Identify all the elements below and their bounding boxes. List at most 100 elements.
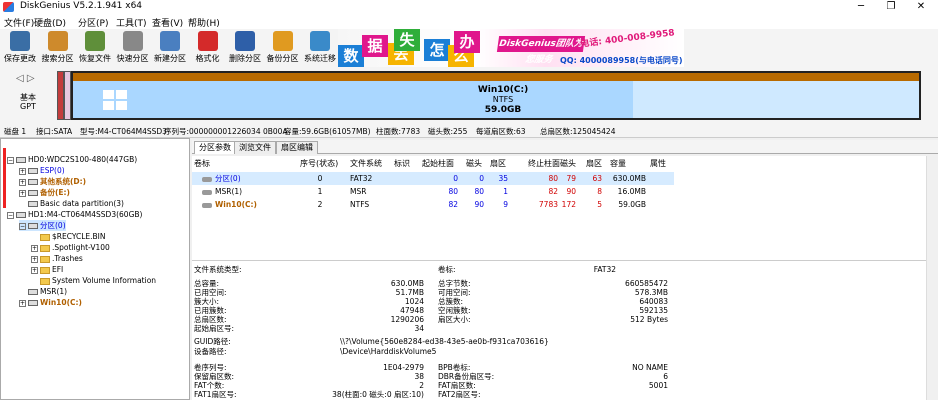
folder-icon bbox=[40, 244, 50, 252]
partition-row[interactable]: Win10(C:) 2 NTFS 82 90 9 7783 172 5 59.0GB bbox=[192, 198, 674, 211]
expand-toggle-icon[interactable]: + bbox=[31, 255, 38, 263]
detail-label: 已用空间: bbox=[194, 288, 227, 297]
partition-block-header bbox=[73, 73, 919, 81]
menu-bar: 文件(F) 硬盘(D) 分区(P) 工具(T) 查看(V) 帮助(H) bbox=[0, 14, 938, 29]
detail-value: 47948 bbox=[400, 306, 424, 315]
tree-node[interactable]: + 备份(E:) bbox=[19, 187, 70, 198]
column-header[interactable]: 扇区 bbox=[490, 158, 506, 169]
tree-node[interactable]: + EFI bbox=[31, 264, 63, 275]
toolbar-label: 快速分区 bbox=[116, 54, 149, 63]
partition-block-msr[interactable] bbox=[64, 71, 71, 120]
toolbar-button-8[interactable]: 系统迁移 bbox=[301, 31, 339, 65]
expand-toggle-icon[interactable]: − bbox=[7, 211, 14, 219]
expand-toggle-icon[interactable]: + bbox=[31, 244, 38, 252]
detail-value: 1E04-2979 bbox=[383, 363, 424, 372]
tree-node[interactable]: + ESP(0) bbox=[19, 165, 65, 176]
partition-row[interactable]: MSR(1) 1 MSR 80 80 1 82 90 8 16.0MB bbox=[192, 185, 674, 198]
promo-banner[interactable]: 数据丢失怎么办 DiskGenius团队为您服务 电话: 400-008-995… bbox=[338, 29, 684, 67]
column-header[interactable]: 扇区 bbox=[586, 158, 602, 169]
toolbar-label: 格式化 bbox=[195, 54, 220, 63]
menu-item-1[interactable]: 硬盘(D) bbox=[34, 16, 66, 29]
maximize-button[interactable]: ❐ bbox=[876, 0, 906, 14]
partition-name-text: Win10(C:) bbox=[215, 200, 257, 209]
expand-toggle-icon[interactable]: − bbox=[7, 156, 14, 164]
tab-2[interactable]: 扇区编辑 bbox=[276, 141, 318, 154]
toolbar-button-4[interactable]: 新建分区 bbox=[151, 31, 189, 65]
menu-item-0[interactable]: 文件(F) bbox=[4, 16, 34, 29]
partition-block-win10[interactable]: Win10(C:) NTFS 59.0GB bbox=[71, 71, 921, 120]
partition-cell: 7783 bbox=[538, 200, 558, 209]
column-header[interactable]: 序号(状态) bbox=[300, 158, 338, 169]
toolbar-button-2[interactable]: 恢复文件 bbox=[76, 31, 114, 65]
fs-type-value: FAT32 bbox=[593, 265, 616, 274]
toolbar-button-5[interactable]: 格式化 bbox=[189, 31, 227, 65]
toolbar-button-1[interactable]: 搜索分区 bbox=[39, 31, 77, 65]
menu-item-2[interactable]: 分区(P) bbox=[78, 16, 108, 29]
partition-cell: FAT32 bbox=[350, 174, 373, 183]
expand-toggle-icon[interactable]: + bbox=[19, 178, 26, 186]
menu-item-4[interactable]: 查看(V) bbox=[152, 16, 183, 29]
folder-icon bbox=[40, 233, 50, 241]
tree-node[interactable]: Basic data partition(3) bbox=[19, 198, 124, 209]
tree-node[interactable]: $RECYCLE.BIN bbox=[31, 231, 106, 242]
disk-icon bbox=[16, 212, 26, 218]
close-button[interactable]: ✕ bbox=[906, 0, 936, 14]
partition-block-esp[interactable] bbox=[57, 71, 64, 120]
expand-toggle-icon[interactable]: + bbox=[19, 167, 26, 175]
menu-item-5[interactable]: 帮助(H) bbox=[188, 16, 220, 29]
toolbar-label: 搜索分区 bbox=[41, 54, 74, 63]
toolbar-button-6[interactable]: 删除分区 bbox=[226, 31, 264, 65]
tree-node[interactable]: + 其他系统(D:) bbox=[19, 176, 86, 187]
tree-node[interactable]: − HD1:M4-CT064M4SSD3(60GB) bbox=[7, 209, 142, 220]
disk-type-line2: GPT bbox=[20, 102, 36, 111]
column-header[interactable]: 磁头 bbox=[560, 158, 576, 169]
partition-cell: 0 bbox=[453, 174, 458, 183]
expand-toggle-icon[interactable]: + bbox=[19, 299, 26, 307]
banner-phone: 电话: 400-008-9958 bbox=[579, 29, 676, 50]
guid-value: \\?\Volume{560e8284-ed38-43e5-ae0b-f931c… bbox=[340, 337, 549, 346]
column-header[interactable]: 容量 bbox=[610, 158, 626, 169]
disk-number: 磁盘 1 bbox=[4, 127, 27, 136]
tree-node[interactable]: + .Trashes bbox=[31, 253, 83, 264]
drive-icon bbox=[202, 202, 212, 208]
column-header[interactable]: 磁头 bbox=[466, 158, 482, 169]
tab-0[interactable]: 分区参数 bbox=[194, 141, 236, 154]
toolbar-button-0[interactable]: 保存更改 bbox=[1, 31, 39, 65]
tree-node-label: $RECYCLE.BIN bbox=[52, 232, 106, 241]
detail-label: 已用簇数: bbox=[194, 306, 227, 315]
minimize-button[interactable]: ─ bbox=[846, 0, 876, 14]
partition-icon bbox=[28, 300, 38, 306]
tree-node[interactable]: System Volume Information bbox=[31, 275, 156, 286]
expand-toggle-icon[interactable]: + bbox=[19, 189, 26, 197]
vertical-scrollbar[interactable] bbox=[926, 156, 938, 400]
column-header[interactable]: 卷标 bbox=[194, 158, 210, 169]
menu-item-3[interactable]: 工具(T) bbox=[116, 16, 147, 29]
column-header[interactable]: 属性 bbox=[650, 158, 666, 169]
toolbar-button-3[interactable]: 快速分区 bbox=[114, 31, 152, 65]
guid-label: GUID路径: bbox=[194, 337, 231, 346]
tree-node[interactable]: + .Spotlight-V100 bbox=[31, 242, 110, 253]
partition-name-text: 分区(0) bbox=[215, 174, 241, 183]
column-header[interactable]: 终止柱面 bbox=[528, 158, 560, 169]
column-header[interactable]: 标识 bbox=[394, 158, 410, 169]
tab-1[interactable]: 浏览文件 bbox=[234, 141, 276, 154]
detail-label: 扇区大小: bbox=[438, 315, 471, 324]
expand-toggle-icon[interactable]: − bbox=[19, 222, 26, 230]
tree-node[interactable]: MSR(1) bbox=[19, 286, 67, 297]
expand-toggle-icon[interactable]: + bbox=[31, 266, 38, 274]
partition-row[interactable]: 分区(0) 0 FAT32 0 0 35 80 79 63 630.0MB bbox=[192, 172, 674, 185]
tree-node[interactable]: + Win10(C:) bbox=[19, 297, 82, 308]
disk-nav-arrows[interactable]: ◁ ▷ bbox=[16, 73, 35, 84]
partition-details: 文件系统类型: FAT32 卷标: 总容量: 630.0MB 已用空间: 51.7MB… bbox=[192, 260, 938, 400]
windows-logo-icon bbox=[103, 90, 127, 110]
toolbar-button-7[interactable]: 备份分区 bbox=[264, 31, 302, 65]
tree-node[interactable]: − 分区(0) bbox=[19, 220, 66, 231]
tree-node-label: HD0:WDC2S100-480(447GB) bbox=[28, 155, 138, 164]
column-header[interactable]: 文件系统 bbox=[350, 158, 382, 169]
disk-model: 型号:M4-CT064M4SSD3 bbox=[80, 127, 167, 136]
column-header[interactable]: 起始柱面 bbox=[422, 158, 454, 169]
disk-total-sectors: 总扇区数:125045424 bbox=[540, 127, 616, 136]
partition-cell: 80 bbox=[548, 174, 558, 183]
tree-node[interactable]: − HD0:WDC2S100-480(447GB) bbox=[7, 154, 137, 165]
detail-value: 630.0MB bbox=[390, 279, 424, 288]
